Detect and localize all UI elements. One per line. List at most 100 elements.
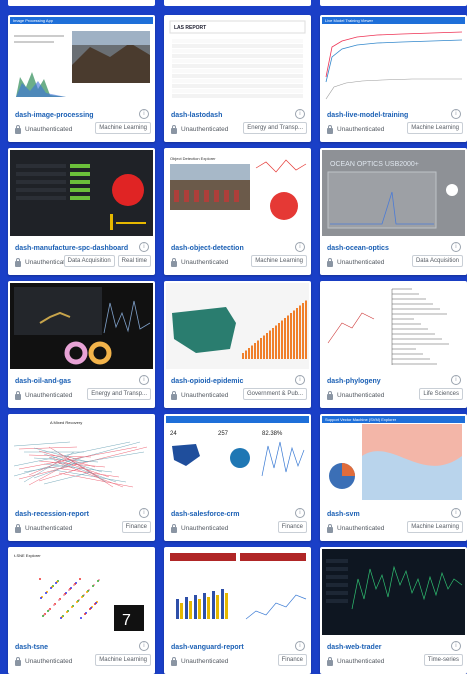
app-title[interactable]: dash-oil-and-gas bbox=[15, 378, 71, 385]
tag-badge[interactable]: Data Acquisition bbox=[63, 255, 115, 267]
tag-badge[interactable]: Time-series bbox=[423, 654, 463, 666]
app-card-dash-svm[interactable]: Support Vector Machine (SVM) Explorer da… bbox=[320, 414, 467, 541]
tag-list: Machine Learning bbox=[407, 521, 463, 533]
app-title[interactable]: dash-live-model-training bbox=[327, 112, 408, 119]
app-card-dash-salesforce-crm[interactable]: 24 257 82.38% dash-salesforce-crm i Unauthen… bbox=[164, 414, 311, 541]
app-title[interactable]: dash-vanguard-report bbox=[171, 644, 244, 651]
app-card-dash-vanguard-report[interactable]: dash-vanguard-report i Unauthenticated Fina… bbox=[164, 547, 311, 674]
app-gallery-grid: Image Processing App dash-image-processi… bbox=[8, 0, 467, 674]
tag-badge[interactable]: Finance bbox=[277, 521, 307, 533]
info-icon[interactable]: i bbox=[451, 242, 461, 252]
app-thumbnail[interactable]: 24 257 82.38% bbox=[166, 416, 309, 502]
app-card-dash-ocean-optics[interactable]: OCEAN OPTICS USB2000+ dash-ocean-optics i… bbox=[320, 148, 467, 275]
tag-badge[interactable]: Machine Learning bbox=[251, 255, 307, 267]
app-thumbnail[interactable] bbox=[166, 549, 309, 635]
svg-text:Image Processing App: Image Processing App bbox=[13, 18, 54, 23]
tag-list: Energy and Transp... bbox=[243, 122, 307, 134]
card-partial[interactable] bbox=[8, 0, 155, 6]
app-thumbnail[interactable]: t-SNE Explorer 7 bbox=[10, 549, 153, 635]
app-card-dash-object-detection[interactable]: Object Detection Explorer dash-object-det… bbox=[164, 148, 311, 275]
tag-list: Time-series bbox=[423, 654, 463, 666]
app-card-dash-oil-and-gas[interactable]: dash-oil-and-gas i Unauthenticated Energy a… bbox=[8, 281, 155, 408]
lock-icon bbox=[15, 258, 21, 267]
info-icon[interactable]: i bbox=[451, 375, 461, 385]
info-icon[interactable]: i bbox=[451, 109, 461, 119]
lock-icon bbox=[327, 391, 333, 400]
app-title[interactable]: dash-manufacture-spc-dashboard bbox=[15, 245, 128, 252]
info-icon[interactable]: i bbox=[139, 641, 149, 651]
app-title[interactable]: dash-lastodash bbox=[171, 112, 222, 119]
card-partial[interactable] bbox=[320, 0, 467, 6]
app-thumbnail[interactable] bbox=[166, 283, 309, 369]
tag-badge[interactable]: Energy and Transp... bbox=[87, 388, 151, 400]
tag-badge[interactable]: Machine Learning bbox=[407, 521, 463, 533]
app-title[interactable]: dash-web-trader bbox=[327, 644, 381, 651]
app-card-dash-web-trader[interactable]: dash-web-trader i Unauthenticated Time-seri… bbox=[320, 547, 467, 674]
tag-badge[interactable]: Life Sciences bbox=[419, 388, 463, 400]
app-thumbnail[interactable] bbox=[10, 283, 153, 369]
app-title[interactable]: dash-opioid-epidemic bbox=[171, 378, 243, 385]
app-card-dash-tsne[interactable]: t-SNE Explorer 7 dash-tsne i Unauthenticate… bbox=[8, 547, 155, 674]
svg-text:257: 257 bbox=[218, 431, 229, 437]
app-card-dash-opioid-epidemic[interactable]: dash-opioid-epidemic i Unauthenticated Gove… bbox=[164, 281, 311, 408]
app-thumbnail[interactable]: Live Model Training Viewer bbox=[322, 17, 465, 103]
info-icon[interactable]: i bbox=[139, 109, 149, 119]
app-thumbnail[interactable] bbox=[322, 549, 465, 635]
svg-text:Object Detection Explorer: Object Detection Explorer bbox=[170, 156, 216, 161]
app-title[interactable]: dash-svm bbox=[327, 511, 360, 518]
lock-icon bbox=[171, 258, 177, 267]
app-thumbnail[interactable]: Object Detection Explorer bbox=[166, 150, 309, 236]
auth-status: Unauthenticated bbox=[25, 392, 73, 399]
app-title[interactable]: dash-tsne bbox=[15, 644, 48, 651]
app-title[interactable]: dash-image-processing bbox=[15, 112, 94, 119]
app-card-dash-recession-report[interactable]: A Mixed Recovery dash-recession-report i U… bbox=[8, 414, 155, 541]
lock-icon bbox=[15, 391, 21, 400]
tag-badge[interactable]: Data Acquisition bbox=[411, 255, 463, 267]
info-icon[interactable]: i bbox=[139, 508, 149, 518]
app-card-dash-image-processing[interactable]: Image Processing App dash-image-processi… bbox=[8, 15, 155, 142]
tag-badge[interactable]: Machine Learning bbox=[95, 654, 151, 666]
auth-status: Unauthenticated bbox=[181, 126, 229, 133]
lock-icon bbox=[327, 657, 333, 666]
app-thumbnail[interactable]: OCEAN OPTICS USB2000+ bbox=[322, 150, 465, 236]
auth-status: Unauthenticated bbox=[337, 658, 385, 665]
info-icon[interactable]: i bbox=[295, 508, 305, 518]
info-icon[interactable]: i bbox=[295, 641, 305, 651]
info-icon[interactable]: i bbox=[295, 375, 305, 385]
tag-list: Machine Learning bbox=[407, 122, 463, 134]
app-title[interactable]: dash-recession-report bbox=[15, 511, 89, 518]
app-thumbnail[interactable]: Support Vector Machine (SVM) Explorer bbox=[322, 416, 465, 502]
tag-badge[interactable]: Government & Pub... bbox=[242, 388, 307, 400]
info-icon[interactable]: i bbox=[451, 641, 461, 651]
tag-badge[interactable]: Energy and Transp... bbox=[243, 122, 307, 134]
svg-text:7: 7 bbox=[122, 612, 131, 629]
app-title[interactable]: dash-ocean-optics bbox=[327, 245, 389, 252]
app-thumbnail[interactable]: LAS REPORT bbox=[166, 17, 309, 103]
info-icon[interactable]: i bbox=[295, 242, 305, 252]
tag-badge[interactable]: Finance bbox=[277, 654, 307, 666]
app-title[interactable]: dash-phylogeny bbox=[327, 378, 381, 385]
app-card-dash-phylogeny[interactable]: dash-phylogeny i Unauthenticated Life Scien… bbox=[320, 281, 467, 408]
info-icon[interactable]: i bbox=[139, 242, 149, 252]
info-icon[interactable]: i bbox=[139, 375, 149, 385]
app-title[interactable]: dash-salesforce-crm bbox=[171, 511, 239, 518]
card-partial[interactable] bbox=[164, 0, 311, 6]
tag-badge[interactable]: Machine Learning bbox=[407, 122, 463, 134]
app-thumbnail[interactable]: Image Processing App bbox=[10, 17, 153, 103]
info-icon[interactable]: i bbox=[295, 109, 305, 119]
tag-badge[interactable]: Machine Learning bbox=[95, 122, 151, 134]
app-title[interactable]: dash-object-detection bbox=[171, 245, 244, 252]
app-card-dash-manufacture-spc-dashboard[interactable]: dash-manufacture-spc-dashboard i Unauthent… bbox=[8, 148, 155, 275]
tag-badge[interactable]: Real time bbox=[117, 255, 151, 267]
tag-badge[interactable]: Finance bbox=[121, 521, 151, 533]
app-card-dash-live-model-training[interactable]: Live Model Training Viewer dash-live-mod… bbox=[320, 15, 467, 142]
app-thumbnail[interactable] bbox=[322, 283, 465, 369]
auth-status: Unauthenticated bbox=[181, 525, 229, 532]
app-thumbnail[interactable] bbox=[10, 150, 153, 236]
app-card-dash-lastodash[interactable]: LAS REPORT dash-lastodash i Unauthenticate… bbox=[164, 15, 311, 142]
info-icon[interactable]: i bbox=[451, 508, 461, 518]
lock-icon bbox=[15, 524, 21, 533]
svg-text:A Mixed Recovery: A Mixed Recovery bbox=[50, 420, 82, 425]
app-thumbnail[interactable]: A Mixed Recovery bbox=[10, 416, 153, 502]
auth-status: Unauthenticated bbox=[181, 392, 229, 399]
